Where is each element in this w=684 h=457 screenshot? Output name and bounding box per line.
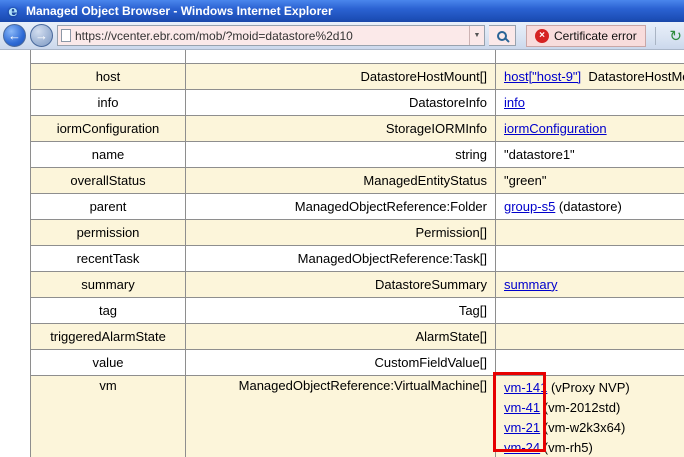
ie-logo-icon: e <box>5 2 21 20</box>
value-link[interactable]: host["host-9"] <box>504 69 581 84</box>
refresh-button[interactable]: ↻ <box>665 25 684 47</box>
property-name-cell: iormConfiguration <box>31 116 186 142</box>
property-type-cell: DatastoreHostMount[] <box>186 64 496 90</box>
property-name-cell: host <box>31 64 186 90</box>
property-type-cell: CustomFieldValue[] <box>186 350 496 376</box>
window-title: Managed Object Browser - Windows Interne… <box>26 4 333 18</box>
table-row: valueCustomFieldValue[] <box>31 350 684 376</box>
forward-arrow-icon: → <box>35 28 48 43</box>
property-name-cell: info <box>31 90 186 116</box>
property-value-cell: summary <box>496 272 684 298</box>
property-type-cell: DatastoreInfo <box>186 90 496 116</box>
table-row: recentTaskManagedObjectReference:Task[] <box>31 246 684 272</box>
property-type-cell: ManagedObjectReference:VirtualMachine[] <box>186 376 496 457</box>
property-type-cell: Permission[] <box>186 220 496 246</box>
property-value-cell: group-s5 (datastore) <box>496 194 684 220</box>
property-name-cell: name <box>31 142 186 168</box>
property-name-cell: overallStatus <box>31 168 186 194</box>
property-type-cell <box>186 50 496 64</box>
table-row: hostDatastoreHostMount[]host["host-9"] D… <box>31 64 684 90</box>
property-value-cell: "datastore1" <box>496 142 684 168</box>
table-row: vmManagedObjectReference:VirtualMachine[… <box>31 376 684 457</box>
table-row: tagTag[] <box>31 298 684 324</box>
property-type-cell: ManagedEntityStatus <box>186 168 496 194</box>
property-type-cell: string <box>186 142 496 168</box>
property-name-cell: parent <box>31 194 186 220</box>
search-button[interactable] <box>489 25 516 46</box>
back-arrow-icon: ← <box>8 28 21 43</box>
property-name-cell: permission <box>31 220 186 246</box>
table-row: triggeredAlarmStateAlarmState[] <box>31 324 684 350</box>
value-link[interactable]: vm-41 <box>504 400 540 415</box>
value-text: DatastoreHostMount <box>581 69 684 84</box>
value-text: (vm-rh5) <box>540 440 593 455</box>
property-name-cell: vm <box>31 376 186 457</box>
page-content: hostDatastoreHostMount[]host["host-9"] D… <box>0 50 684 457</box>
value-link[interactable]: iormConfiguration <box>504 121 607 136</box>
certificate-error-icon: × <box>535 29 549 43</box>
table-row: summaryDatastoreSummarysummary <box>31 272 684 298</box>
table-row: permissionPermission[] <box>31 220 684 246</box>
property-value-cell: info <box>496 90 684 116</box>
window-titlebar[interactable]: e Managed Object Browser - Windows Inter… <box>0 0 684 22</box>
property-name-cell: value <box>31 350 186 376</box>
property-type-cell: Tag[] <box>186 298 496 324</box>
property-value-cell: "green" <box>496 168 684 194</box>
property-value-cell <box>496 50 684 64</box>
property-value-cell <box>496 220 684 246</box>
property-type-cell: ManagedObjectReference:Folder <box>186 194 496 220</box>
value-link[interactable]: group-s5 <box>504 199 555 214</box>
property-value-cell <box>496 350 684 376</box>
value-link[interactable]: vm-24 <box>504 440 540 455</box>
property-value-cell <box>496 298 684 324</box>
browser-window: e Managed Object Browser - Windows Inter… <box>0 0 684 457</box>
forward-button[interactable]: → <box>30 24 53 47</box>
property-type-cell: StorageIORMInfo <box>186 116 496 142</box>
value-text: "datastore1" <box>504 147 575 162</box>
property-name-cell: triggeredAlarmState <box>31 324 186 350</box>
property-type-cell: DatastoreSummary <box>186 272 496 298</box>
property-type-cell: AlarmState[] <box>186 324 496 350</box>
address-input[interactable]: https://vcenter.ebr.com/mob/?moid=datast… <box>57 25 485 46</box>
value-text: (datastore) <box>555 199 621 214</box>
value-text: "green" <box>504 173 546 188</box>
properties-table: hostDatastoreHostMount[]host["host-9"] D… <box>30 50 684 457</box>
table-row-partial <box>31 50 684 64</box>
table-row: parentManagedObjectReference:Foldergroup… <box>31 194 684 220</box>
value-text: (vm-w2k3x64) <box>540 420 625 435</box>
property-name-cell <box>31 50 186 64</box>
property-name-cell: summary <box>31 272 186 298</box>
properties-table-body: hostDatastoreHostMount[]host["host-9"] D… <box>31 50 684 457</box>
value-text: (vProxy NVP) <box>547 380 629 395</box>
url-text: https://vcenter.ebr.com/mob/?moid=datast… <box>75 29 469 43</box>
property-name-cell: tag <box>31 298 186 324</box>
property-name-cell: recentTask <box>31 246 186 272</box>
property-value-cell <box>496 324 684 350</box>
value-link[interactable]: vm-141 <box>504 380 547 395</box>
value-link[interactable]: summary <box>504 277 557 292</box>
browser-toolbar: ← → https://vcenter.ebr.com/mob/?moid=da… <box>0 22 684 50</box>
property-type-cell: ManagedObjectReference:Task[] <box>186 246 496 272</box>
table-row: infoDatastoreInfoinfo <box>31 90 684 116</box>
certificate-error-label: Certificate error <box>554 29 637 43</box>
page-icon <box>61 29 71 42</box>
value-link[interactable]: vm-21 <box>504 420 540 435</box>
toolbar-separator <box>655 27 656 45</box>
property-value-cell: host["host-9"] DatastoreHostMount <box>496 64 684 90</box>
property-value-cell: vm-141 (vProxy NVP)vm-41 (vm-2012std)vm-… <box>496 376 684 457</box>
table-row: iormConfigurationStorageIORMInfoiormConf… <box>31 116 684 142</box>
address-dropdown-icon[interactable]: ▼ <box>469 26 484 45</box>
magnifier-icon <box>497 31 507 41</box>
property-value-cell <box>496 246 684 272</box>
table-row: overallStatusManagedEntityStatus "green" <box>31 168 684 194</box>
certificate-error-badge[interactable]: × Certificate error <box>526 25 646 47</box>
back-button[interactable]: ← <box>3 24 26 47</box>
value-text: (vm-2012std) <box>540 400 620 415</box>
table-row: namestring "datastore1" <box>31 142 684 168</box>
value-link[interactable]: info <box>504 95 525 110</box>
property-value-cell: iormConfiguration <box>496 116 684 142</box>
